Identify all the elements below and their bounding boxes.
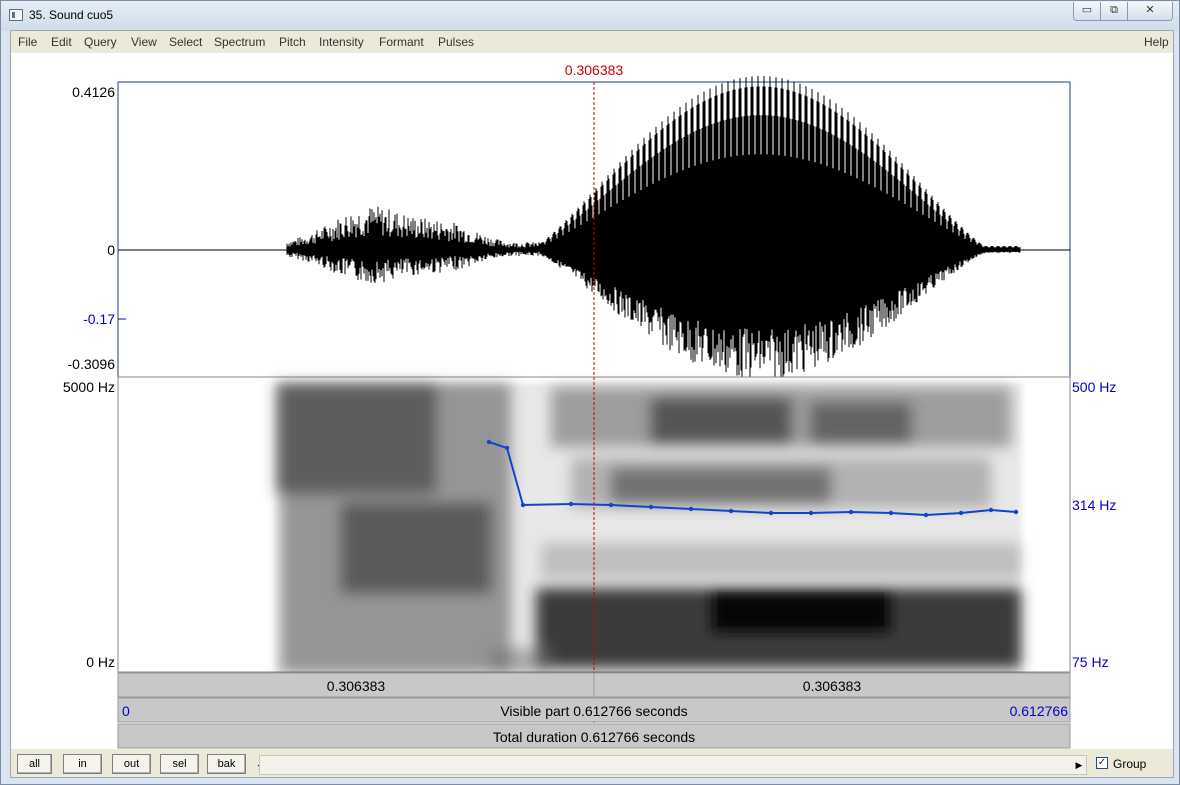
menu-formant[interactable]: Formant [379, 35, 424, 49]
app-icon [9, 9, 23, 21]
waveform-cursor-label: -0.17 [83, 311, 115, 327]
visible-start-label: 0 [122, 703, 130, 719]
pitch-point [1013, 509, 1019, 515]
window-title: 35. Sound cuo5 [29, 8, 114, 22]
menu-bar: File Edit Query View Select Spectrum Pit… [11, 31, 1173, 53]
freq-top-label: 5000 Hz [63, 379, 115, 395]
pitch-point [958, 510, 964, 516]
pitch-bottom-label: 75 Hz [1072, 654, 1109, 670]
menu-spectrum[interactable]: Spectrum [214, 35, 265, 49]
pitch-point [608, 502, 614, 508]
visible-end-label: 0.612766 [1010, 703, 1069, 719]
zoom-out-button[interactable]: out [112, 754, 151, 774]
pitch-point [848, 509, 854, 515]
group-label: Group [1113, 757, 1147, 771]
maximize-button[interactable]: ⧉ [1100, 2, 1128, 21]
pitch-top-label: 500 Hz [1072, 379, 1116, 395]
scroll-right-icon[interactable]: ▶ [1072, 755, 1086, 775]
menu-help[interactable]: Help [1144, 35, 1169, 49]
pitch-mid-label: 314 Hz [1072, 497, 1116, 513]
right-part-label: 0.306383 [803, 678, 862, 694]
pitch-point [688, 506, 694, 512]
zoom-sel-button[interactable]: sel [160, 754, 199, 774]
close-button[interactable]: ✕ [1127, 2, 1173, 21]
waveform-min-label: -0.3096 [68, 356, 116, 372]
pitch-point [568, 501, 574, 507]
menu-intensity[interactable]: Intensity [319, 35, 364, 49]
menu-edit[interactable]: Edit [51, 35, 72, 49]
menu-pulses[interactable]: Pulses [438, 35, 474, 49]
pitch-point [988, 507, 994, 513]
pitch-point [728, 508, 734, 514]
waveform-max-label: 0.4126 [72, 84, 115, 100]
bottom-toolbar: all in out sel bak ◀ ▶ ✓ Group [11, 749, 1173, 777]
pitch-point [808, 510, 814, 516]
waveform-zero-label: 0 [107, 242, 115, 258]
zoom-back-button[interactable]: bak [207, 754, 246, 774]
menu-file[interactable]: File [18, 35, 37, 49]
pitch-point [888, 510, 894, 516]
freq-bottom-label: 0 Hz [86, 654, 115, 670]
spectrogram-image [276, 383, 1021, 673]
menu-select[interactable]: Select [169, 35, 202, 49]
praat-sound-window: 35. Sound cuo5 ▭ ⧉ ✕ File Edit Query Vie… [0, 0, 1180, 785]
pitch-point [923, 512, 929, 518]
pitch-point [486, 439, 492, 445]
visible-part-label: Visible part 0.612766 seconds [500, 703, 687, 719]
menu-query[interactable]: Query [84, 35, 117, 49]
sound-editor-canvas[interactable]: 0.306383 0.4126 0 -0.17 -0.3096 5000 Hz … [11, 53, 1173, 749]
total-duration-label: Total duration 0.612766 seconds [493, 729, 695, 745]
left-part-label: 0.306383 [327, 678, 386, 694]
menu-pitch[interactable]: Pitch [279, 35, 306, 49]
client-area: File Edit Query View Select Spectrum Pit… [10, 30, 1174, 778]
pitch-point [520, 502, 526, 508]
cursor-time-label: 0.306383 [565, 62, 624, 78]
pitch-point [504, 445, 510, 451]
horizontal-scrollbar[interactable] [259, 755, 1087, 775]
zoom-all-button[interactable]: all [17, 754, 52, 774]
sound-drawing-area[interactable]: 0.306383 0.4126 0 -0.17 -0.3096 5000 Hz … [11, 53, 1173, 749]
zoom-in-button[interactable]: in [63, 754, 102, 774]
group-checkbox[interactable]: ✓ [1096, 757, 1108, 769]
title-bar[interactable]: 35. Sound cuo5 ▭ ⧉ ✕ [1, 1, 1179, 31]
menu-view[interactable]: View [131, 35, 157, 49]
minimize-button[interactable]: ▭ [1073, 2, 1101, 21]
pitch-point [648, 504, 654, 510]
pitch-point [768, 510, 774, 516]
